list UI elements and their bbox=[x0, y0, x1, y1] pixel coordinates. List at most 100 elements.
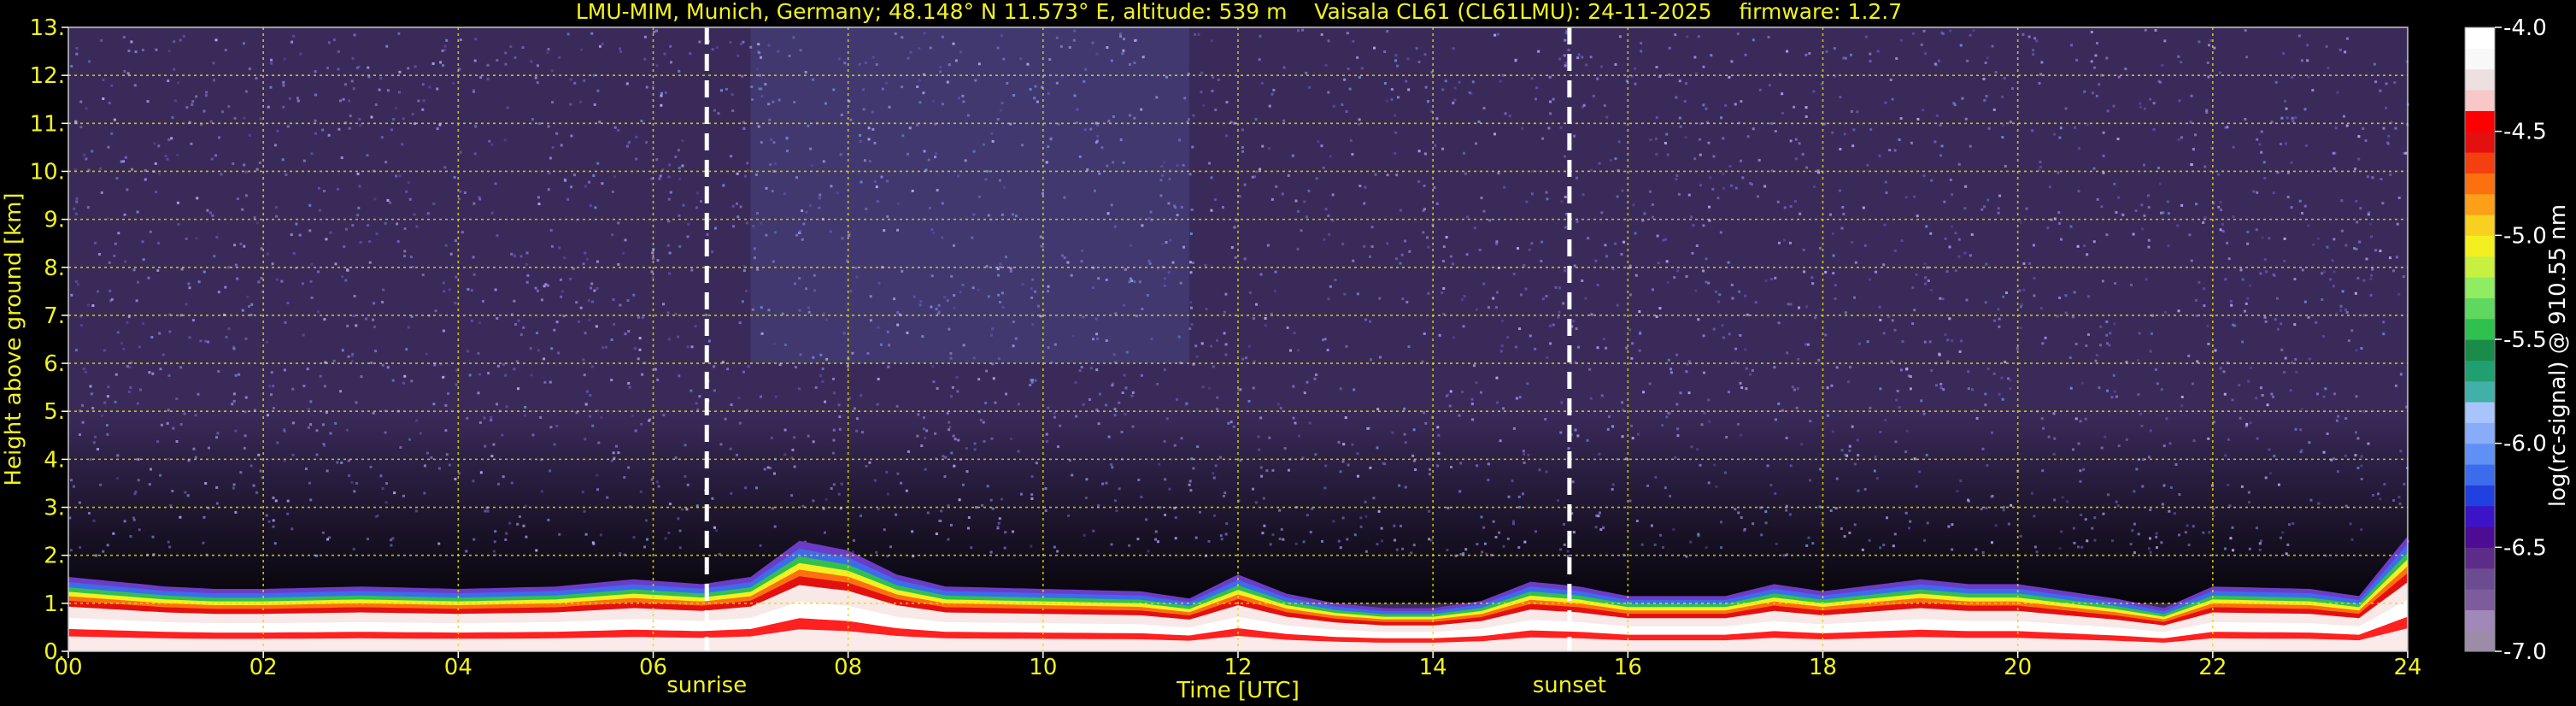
noise-speck bbox=[1324, 208, 1328, 211]
noise-speck bbox=[1072, 38, 1076, 42]
noise-speck bbox=[314, 132, 317, 135]
noise-speck bbox=[812, 356, 815, 359]
noise-speck bbox=[772, 260, 775, 263]
noise-speck bbox=[1326, 349, 1329, 352]
noise-speck bbox=[1150, 337, 1153, 340]
noise-speck bbox=[1560, 401, 1564, 404]
noise-speck bbox=[893, 297, 896, 301]
noise-speck bbox=[667, 338, 671, 341]
noise-speck bbox=[617, 128, 620, 132]
noise-speck bbox=[1673, 276, 1676, 279]
noise-speck bbox=[2398, 502, 2402, 505]
noise-speck bbox=[2333, 151, 2337, 155]
noise-speck bbox=[1107, 120, 1111, 123]
noise-speck bbox=[583, 509, 586, 513]
noise-speck bbox=[356, 172, 360, 175]
noise-speck bbox=[977, 378, 981, 381]
noise-speck bbox=[304, 468, 308, 471]
noise-speck bbox=[1581, 56, 1584, 59]
noise-speck bbox=[1832, 232, 1835, 236]
noise-speck bbox=[241, 309, 244, 312]
noise-speck bbox=[1949, 29, 1952, 32]
noise-speck bbox=[1843, 132, 1846, 136]
noise-speck bbox=[1034, 379, 1037, 382]
noise-speck bbox=[137, 280, 140, 284]
noise-speck bbox=[1985, 506, 1988, 509]
noise-speck bbox=[2360, 455, 2363, 458]
noise-speck bbox=[698, 395, 701, 398]
noise-speck bbox=[1653, 543, 1657, 546]
noise-speck bbox=[1391, 431, 1394, 434]
noise-speck bbox=[299, 52, 302, 56]
noise-speck bbox=[916, 85, 919, 89]
noise-speck bbox=[1946, 338, 1950, 342]
noise-speck bbox=[2258, 143, 2262, 146]
noise-speck bbox=[2010, 87, 2014, 91]
noise-speck bbox=[2070, 44, 2074, 47]
noise-speck bbox=[832, 391, 836, 395]
noise-speck bbox=[272, 385, 275, 388]
noise-speck bbox=[1657, 262, 1660, 265]
noise-speck bbox=[948, 421, 951, 424]
noise-speck bbox=[1182, 163, 1185, 167]
noise-speck bbox=[724, 417, 727, 421]
noise-speck bbox=[1800, 443, 1804, 446]
noise-speck bbox=[2276, 327, 2280, 331]
noise-speck bbox=[1722, 172, 1725, 175]
noise-speck bbox=[985, 265, 989, 268]
noise-speck bbox=[1564, 196, 1567, 199]
noise-speck bbox=[1499, 79, 1502, 83]
noise-speck bbox=[2039, 306, 2043, 309]
noise-speck bbox=[2033, 294, 2036, 297]
noise-speck bbox=[596, 488, 600, 491]
noise-speck bbox=[1545, 470, 1548, 474]
noise-speck bbox=[2307, 315, 2310, 319]
noise-speck bbox=[700, 200, 703, 203]
noise-speck bbox=[1303, 200, 1306, 203]
noise-speck bbox=[2106, 342, 2110, 345]
noise-speck bbox=[442, 329, 445, 332]
noise-speck bbox=[760, 56, 763, 59]
noise-speck bbox=[991, 139, 995, 143]
noise-speck bbox=[525, 280, 529, 284]
noise-speck bbox=[1547, 126, 1551, 130]
noise-speck bbox=[842, 332, 846, 335]
noise-speck bbox=[1602, 526, 1605, 529]
noise-speck bbox=[916, 123, 919, 126]
noise-speck bbox=[901, 85, 904, 89]
noise-speck bbox=[160, 423, 163, 427]
noise-speck bbox=[2322, 395, 2326, 398]
noise-speck bbox=[1281, 192, 1284, 196]
noise-speck bbox=[2091, 91, 2094, 95]
noise-speck bbox=[1552, 97, 1555, 101]
noise-speck bbox=[1722, 137, 1725, 140]
noise-speck bbox=[1852, 296, 1856, 299]
noise-speck bbox=[1120, 430, 1124, 433]
noise-speck bbox=[1987, 126, 1991, 130]
noise-speck bbox=[1167, 271, 1171, 274]
noise-speck bbox=[2105, 56, 2109, 60]
noise-speck bbox=[408, 438, 412, 441]
noise-speck bbox=[2238, 384, 2241, 387]
noise-speck bbox=[713, 389, 716, 392]
noise-speck bbox=[555, 321, 559, 324]
noise-speck bbox=[1890, 360, 1893, 363]
noise-speck bbox=[1462, 552, 1465, 556]
noise-speck bbox=[2231, 398, 2234, 402]
noise-speck bbox=[374, 103, 378, 106]
noise-speck bbox=[2283, 237, 2286, 240]
noise-speck bbox=[1412, 428, 1416, 432]
noise-speck bbox=[1191, 262, 1194, 265]
noise-speck bbox=[1652, 215, 1655, 219]
noise-speck bbox=[286, 125, 290, 128]
noise-speck bbox=[1341, 103, 1344, 107]
noise-speck bbox=[267, 520, 271, 523]
noise-speck bbox=[399, 446, 402, 450]
noise-speck bbox=[1089, 367, 1093, 370]
noise-speck bbox=[2389, 173, 2392, 176]
noise-speck bbox=[444, 403, 448, 407]
noise-speck bbox=[772, 141, 776, 144]
noise-speck bbox=[350, 360, 354, 363]
noise-speck bbox=[1320, 32, 1323, 36]
noise-speck bbox=[731, 93, 734, 97]
